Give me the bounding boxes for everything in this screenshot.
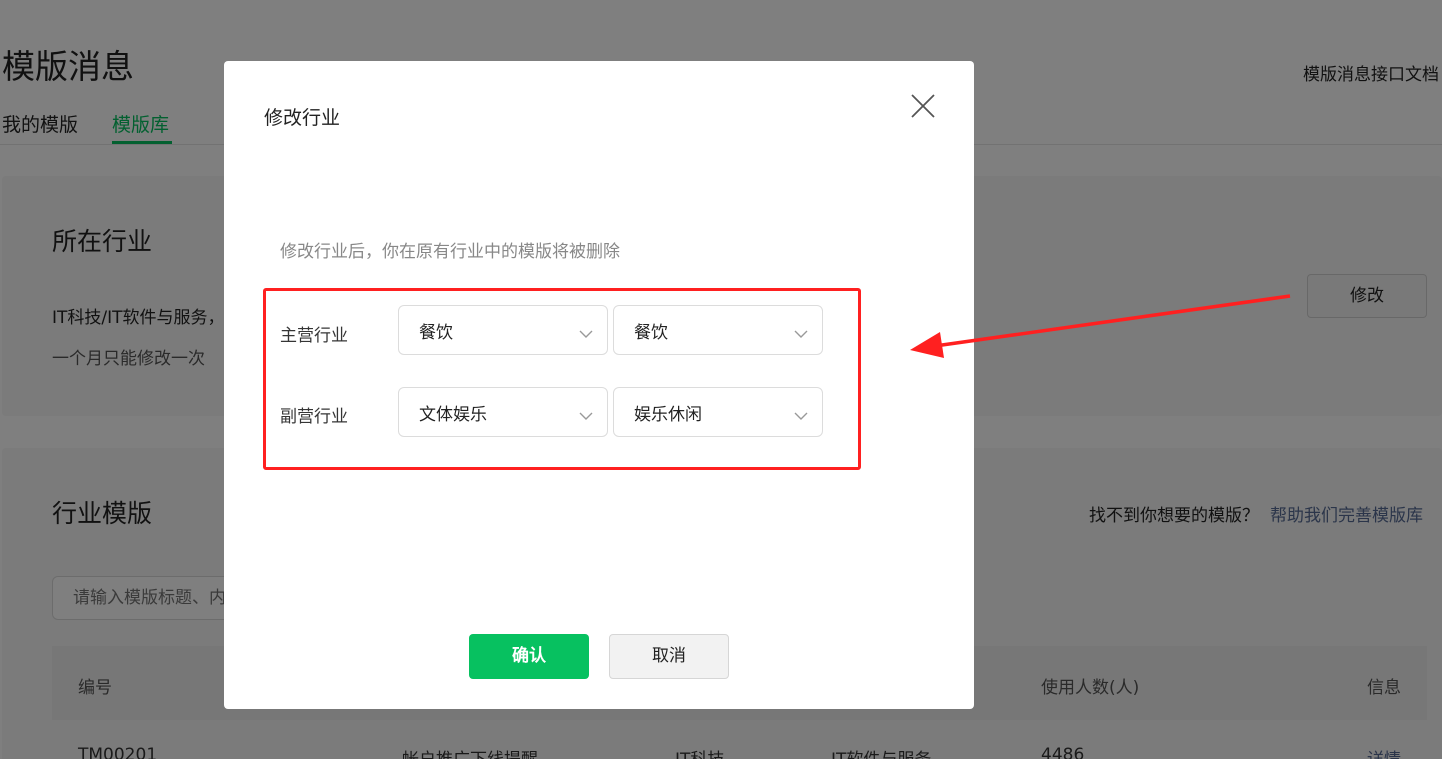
annotation-arrow (910, 294, 1291, 358)
